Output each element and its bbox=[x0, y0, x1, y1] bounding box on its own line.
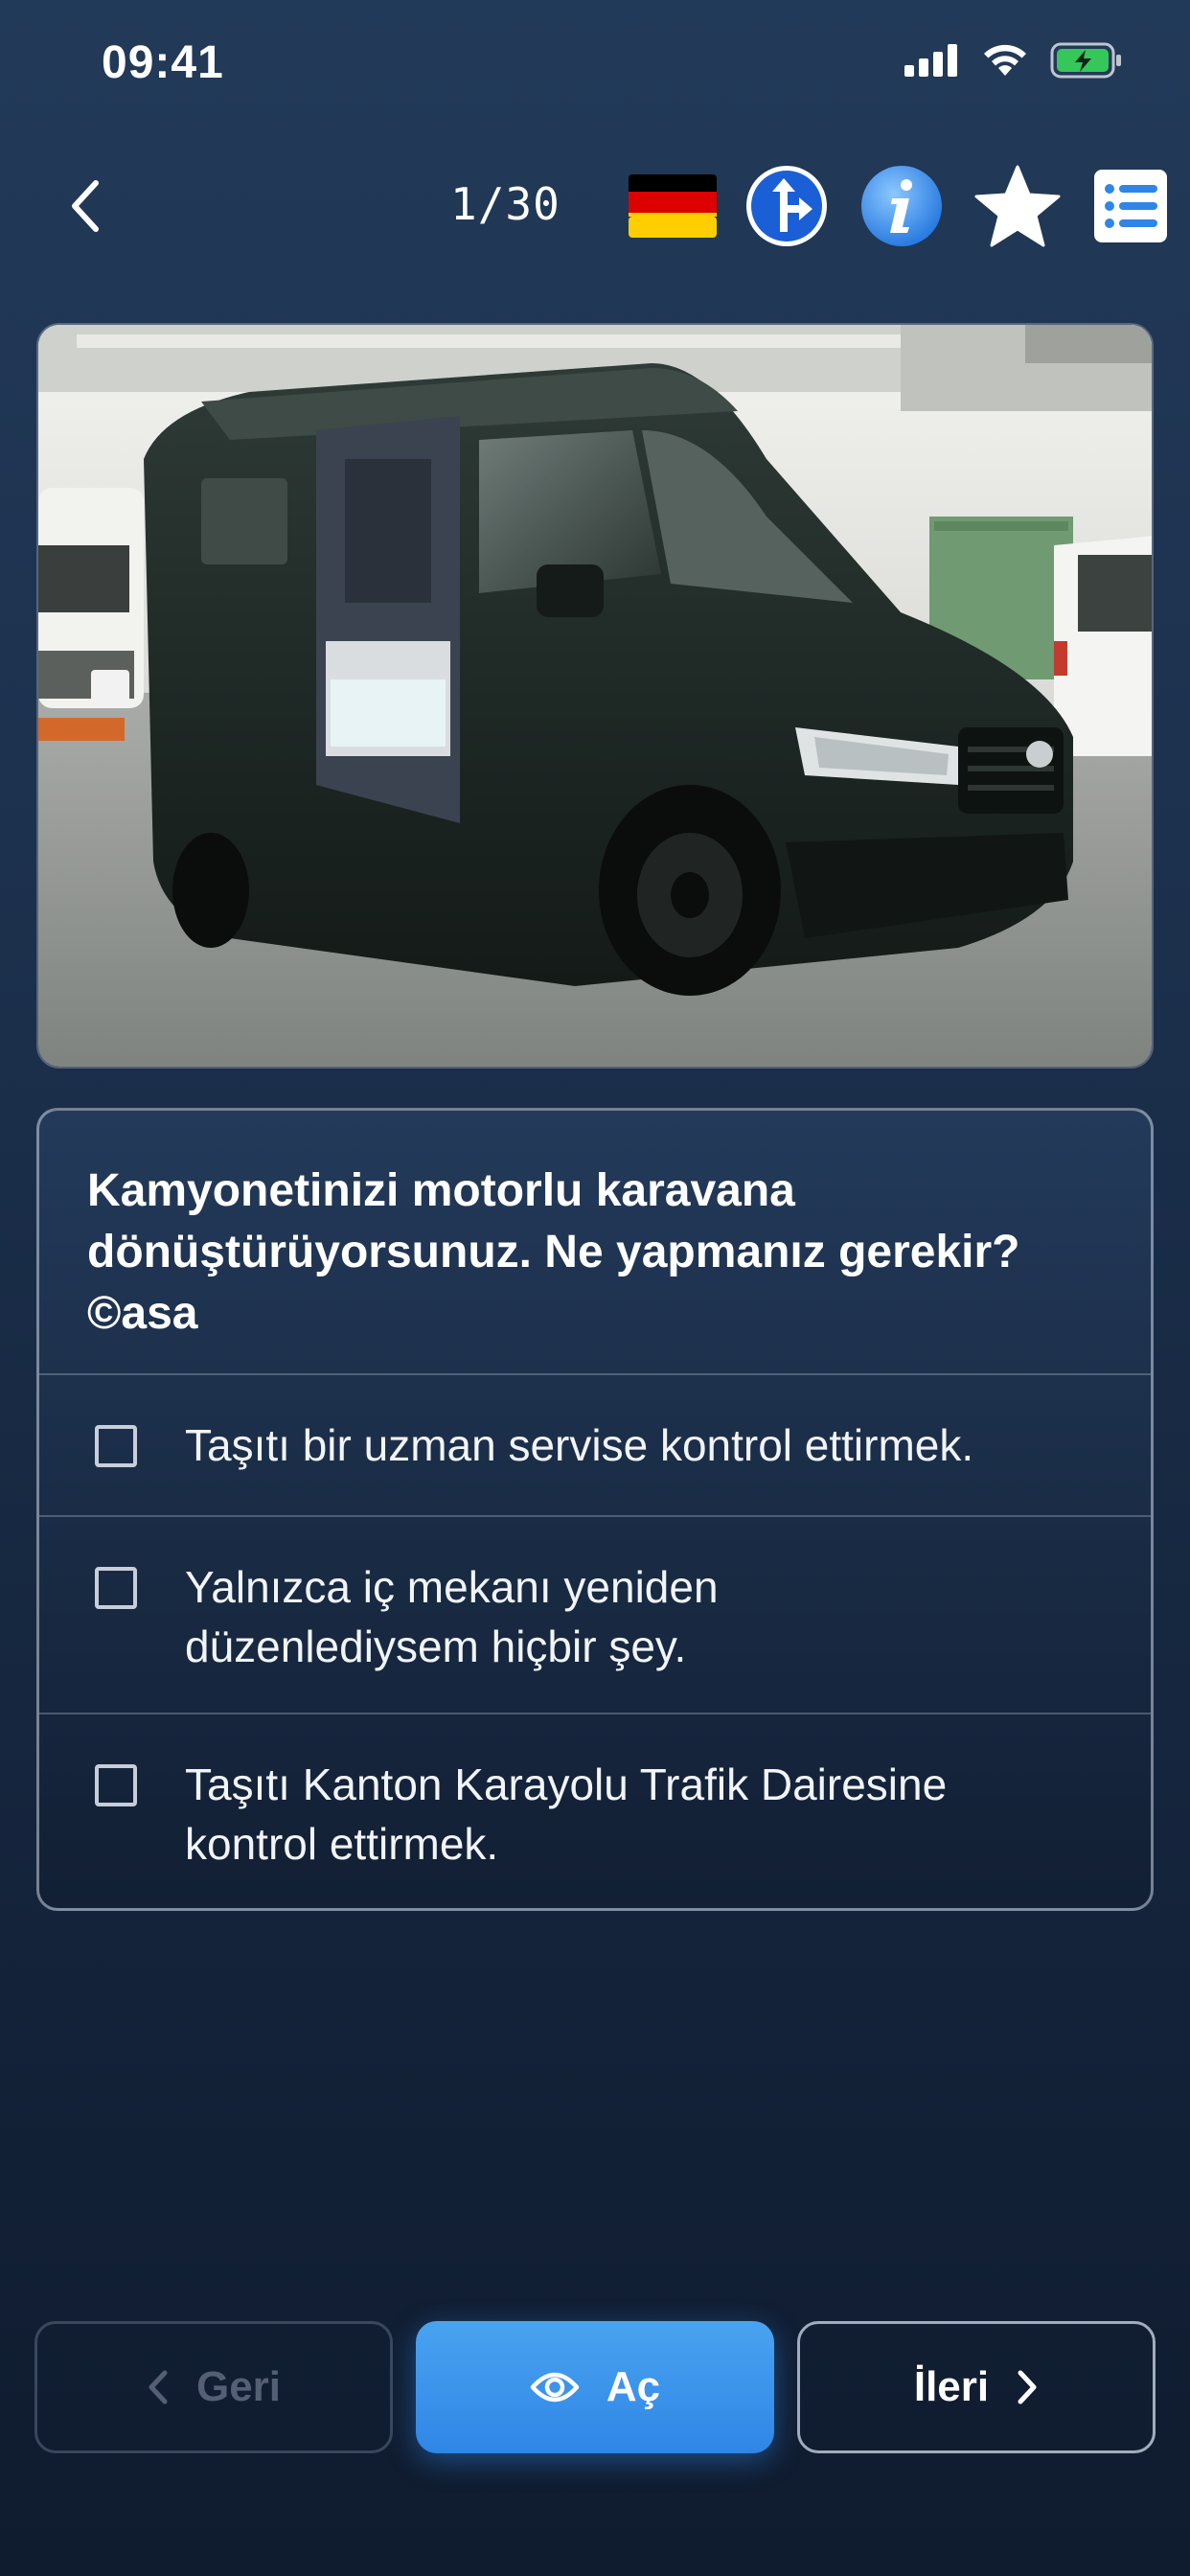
answer-checkbox[interactable] bbox=[95, 1425, 137, 1467]
reveal-answer-label: Aç bbox=[606, 2363, 661, 2410]
previous-button-label: Geri bbox=[195, 2363, 282, 2410]
favorite-button[interactable] bbox=[972, 163, 1064, 249]
german-flag-icon bbox=[629, 174, 717, 238]
question-image bbox=[36, 323, 1154, 1069]
previous-button[interactable]: Geri bbox=[34, 2321, 393, 2453]
wifi-icon bbox=[984, 44, 1026, 76]
answer-option[interactable]: Yalnızca iç mekanı yeniden düzenlediysem… bbox=[39, 1515, 1151, 1713]
answer-label: Taşıtı Kanton Karayolu Trafik Dairesine … bbox=[185, 1760, 948, 1869]
answer-option[interactable]: Taşıtı bir uzman servise kontrol ettirme… bbox=[39, 1373, 1151, 1515]
info-icon bbox=[861, 166, 942, 246]
answer-option[interactable]: Taşıtı Kanton Karayolu Trafik Dairesine … bbox=[39, 1713, 1151, 1908]
next-button[interactable]: İleri bbox=[797, 2321, 1156, 2453]
chevron-right-icon bbox=[1018, 2370, 1037, 2404]
info-button[interactable] bbox=[858, 163, 945, 249]
battery-charging-icon bbox=[1050, 42, 1121, 79]
cellular-signal-icon bbox=[904, 44, 957, 77]
question-text: Kamyonetinizi motorlu karavana dönüştürü… bbox=[87, 1165, 1020, 1339]
status-icons bbox=[904, 42, 1123, 79]
road-sign-icon bbox=[746, 166, 827, 246]
status-time: 09:41 bbox=[102, 37, 224, 88]
next-button-label: İleri bbox=[913, 2363, 990, 2410]
status-bar: 09:41 bbox=[0, 0, 1190, 125]
chevron-left-icon bbox=[149, 2370, 168, 2404]
camper-van-photo bbox=[38, 325, 1152, 1067]
list-icon bbox=[1094, 170, 1167, 242]
answer-checkbox[interactable] bbox=[95, 1764, 137, 1806]
reveal-answer-button[interactable]: Aç bbox=[416, 2321, 774, 2453]
language-button[interactable] bbox=[629, 163, 717, 249]
answer-label: Taşıtı bir uzman servise kontrol ettirme… bbox=[185, 1420, 974, 1470]
answer-checkbox[interactable] bbox=[95, 1567, 137, 1609]
back-button[interactable] bbox=[56, 172, 113, 240]
star-icon bbox=[974, 165, 1061, 247]
answer-label: Yalnızca iç mekanı yeniden düzenlediysem… bbox=[185, 1562, 719, 1671]
question-list-button[interactable] bbox=[1092, 163, 1169, 249]
chevron-left-icon bbox=[72, 180, 99, 232]
question-counter: 1/30 bbox=[450, 178, 561, 230]
road-sign-button[interactable] bbox=[742, 163, 832, 249]
question-card: Kamyonetinizi motorlu karavana dönüştürü… bbox=[36, 1108, 1154, 1911]
eye-icon bbox=[530, 2372, 580, 2403]
